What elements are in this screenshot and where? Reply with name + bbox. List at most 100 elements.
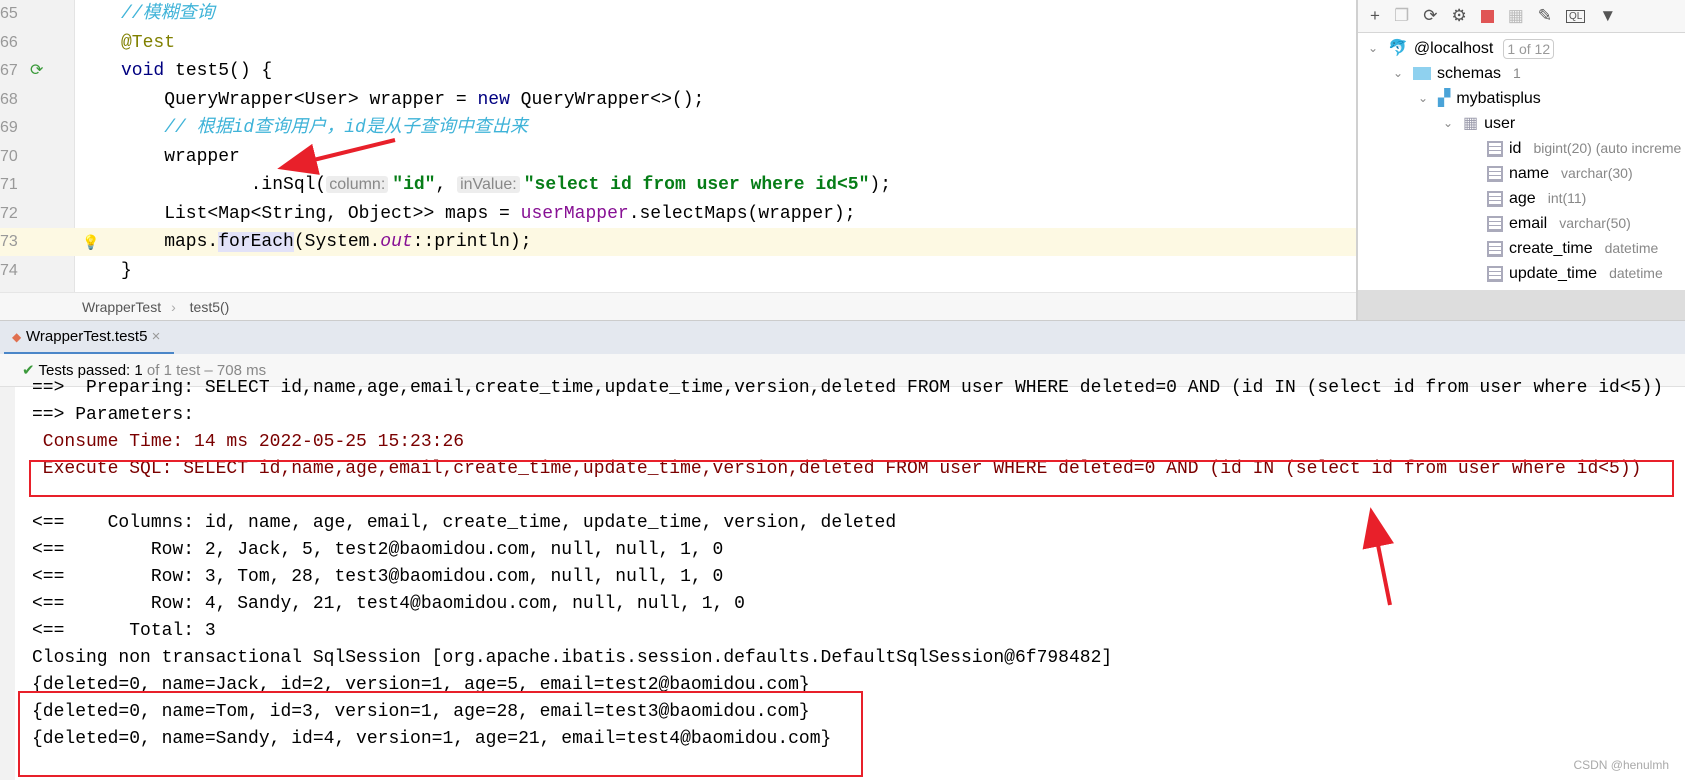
line-number: 67: [0, 62, 18, 79]
code-token: .selectMaps(wrapper);: [628, 203, 856, 224]
code-token: userMapper: [520, 203, 629, 224]
highlight-box-results: [18, 691, 863, 777]
breadcrumb-class[interactable]: WrapperTest: [82, 299, 161, 315]
column-type: varchar(50): [1559, 215, 1631, 231]
code-line[interactable]: 66 @Test: [0, 29, 1357, 57]
console-line: Consume Time: 14 ms 2022-05-25 15:23:26: [32, 432, 465, 452]
schema-tools-icon[interactable]: ⚙: [1451, 6, 1466, 26]
refresh-icon[interactable]: ⟳: [1423, 6, 1437, 26]
tree-host[interactable]: ⌄ 🐬 @localhost 1 of 12: [1368, 36, 1555, 61]
code-text: maps.forEach(System.out::println);: [121, 228, 532, 256]
code-text: List<Map<String, Object>> maps = userMap…: [121, 200, 856, 228]
parameter-hint: column:: [326, 176, 389, 193]
run-test-icon[interactable]: ⟳: [30, 57, 43, 85]
code-line[interactable]: 70 wrapper: [0, 143, 1357, 171]
filter-icon[interactable]: ▼: [1599, 6, 1616, 26]
chevron-down-icon[interactable]: ⌄: [1368, 36, 1382, 61]
add-icon[interactable]: +: [1370, 6, 1380, 26]
tree-table[interactable]: ⌄ ▦ user: [1443, 111, 1515, 136]
breadcrumb-method[interactable]: test5(): [190, 299, 230, 315]
duplicate-icon[interactable]: ❐: [1394, 6, 1409, 26]
column-name: id: [1509, 140, 1522, 157]
line-number: 72: [0, 204, 18, 222]
table-icon[interactable]: ▦: [1508, 6, 1524, 26]
column-type: datetime: [1604, 240, 1659, 256]
code-text: // 根据id查询用户，id是从子查询中查出来: [121, 114, 528, 142]
tree-schema[interactable]: ⌄ ▞ mybatisplus: [1418, 86, 1541, 111]
column-type: datetime: [1609, 265, 1663, 281]
tree-column[interactable]: create_time datetime: [1487, 236, 1658, 261]
code-token: .inSql(: [121, 175, 327, 195]
code-text: .inSql(column: "id", inValue: "select id f…: [121, 171, 891, 199]
console-line: <== Row: 4, Sandy, 21, test4@baomidou.co…: [32, 594, 745, 614]
run-tab-bar: ◆ WrapperTest.test5 ×: [0, 320, 1685, 355]
chevron-down-icon[interactable]: ⌄: [1418, 86, 1432, 111]
folder-icon: [1413, 67, 1431, 80]
code-text: wrapper: [121, 143, 240, 171]
column-icon: [1487, 165, 1503, 182]
column-type: bigint(20) (auto increme: [1533, 140, 1682, 156]
lightbulb-icon[interactable]: 💡: [82, 228, 99, 256]
close-icon[interactable]: ×: [152, 328, 161, 345]
run-tab-label: WrapperTest.test5: [26, 328, 148, 345]
code-line[interactable]: 65 //模糊查询: [0, 0, 1357, 28]
code-token: "id": [392, 175, 436, 195]
code-line[interactable]: 74}: [0, 257, 1357, 285]
line-number: 71: [0, 176, 18, 193]
database-panel: + ❐ ⟳ ⚙ ▦ ✎ QL ▼ ⌄ 🐬 @localhost 1 of 12 ⌄ sc…: [1356, 0, 1685, 320]
schemas-count: 1: [1513, 65, 1521, 81]
line-number: 70: [0, 147, 18, 165]
console-icon[interactable]: QL: [1566, 9, 1586, 23]
table-icon: ▦: [1463, 115, 1479, 132]
console-line: Closing non transactional SqlSession [or…: [32, 648, 1113, 668]
code-line[interactable]: 72 List<Map<String, Object>> maps = user…: [0, 200, 1357, 228]
tree-column[interactable]: update_time datetime: [1487, 261, 1663, 286]
code-token: void: [121, 61, 165, 81]
host-label: @localhost: [1413, 40, 1494, 57]
console-line: <== Row: 2, Jack, 5, test2@baomidou.com,…: [32, 540, 724, 560]
column-name: email: [1509, 215, 1548, 232]
column-icon: [1487, 240, 1503, 257]
code-line[interactable]: 68 QueryWrapper<User> wrapper = new Quer…: [0, 86, 1357, 114]
edit-icon[interactable]: ✎: [1538, 6, 1552, 26]
code-token: //模糊查询: [121, 4, 215, 24]
run-config-icon: ◆: [12, 330, 22, 344]
schema-label: mybatisplus: [1456, 90, 1541, 107]
column-name: age: [1509, 190, 1536, 207]
console-line: <== Total: 3: [32, 621, 216, 641]
chevron-down-icon[interactable]: ⌄: [1443, 111, 1457, 136]
console-line: ==> Preparing: SELECT id,name,age,email,…: [32, 378, 1664, 398]
tree-column[interactable]: email varchar(50): [1487, 211, 1631, 236]
code-token: new: [477, 89, 510, 110]
console-line: <== Row: 3, Tom, 28, test3@baomidou.com,…: [32, 567, 724, 587]
tree-column[interactable]: name varchar(30): [1487, 161, 1633, 186]
tree-column[interactable]: age int(11): [1487, 186, 1586, 211]
code-line[interactable]: 69 // 根据id查询用户，id是从子查询中查出来: [0, 114, 1357, 142]
column-icon: [1487, 215, 1503, 232]
schemas-label: schemas: [1437, 65, 1502, 82]
tree-column[interactable]: id bigint(20) (auto increme: [1487, 136, 1681, 161]
database-toolbar: + ❐ ⟳ ⚙ ▦ ✎ QL ▼: [1358, 0, 1685, 33]
highlight-box-sql: [29, 460, 1674, 497]
column-type: varchar(30): [1561, 165, 1633, 181]
line-number: 69: [0, 119, 18, 136]
parameter-hint: inValue:: [457, 176, 520, 193]
table-label: user: [1484, 115, 1516, 132]
tree-schemas[interactable]: ⌄ schemas 1: [1393, 61, 1521, 86]
run-tab[interactable]: ◆ WrapperTest.test5 ×: [4, 321, 175, 355]
code-token: forEach: [218, 232, 294, 252]
code-editor[interactable]: 65//模糊查询 66 @Test 67 void test5() { ⟳ 68 Query…: [0, 0, 1357, 292]
column-icon: [1487, 190, 1503, 207]
stop-icon[interactable]: [1480, 9, 1494, 23]
code-token: QueryWrapper<>();: [509, 89, 705, 110]
chevron-down-icon[interactable]: ⌄: [1393, 61, 1407, 86]
breadcrumb: WrapperTest › test5(): [0, 292, 1357, 320]
code-line[interactable]: 73 maps.forEach(System.out::println); 💡: [0, 228, 1357, 256]
code-token: ,: [435, 175, 458, 195]
code-line[interactable]: 71 .inSql(column: "id", inValue: "select i…: [0, 171, 1357, 199]
code-token: );: [869, 175, 891, 195]
code-text: void test5() {: [121, 57, 272, 85]
column-icon: [1487, 265, 1503, 282]
console-line: <== Columns: id, name, age, email, creat…: [32, 513, 897, 533]
code-line[interactable]: 67 void test5() { ⟳: [0, 57, 1357, 85]
